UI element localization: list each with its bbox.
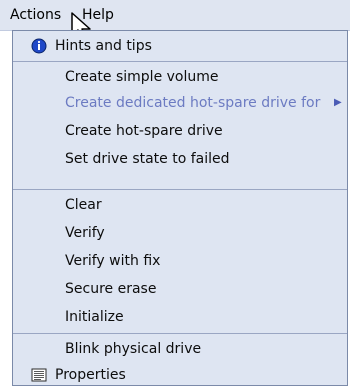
menu-item-label: Create hot-spare drive: [65, 123, 223, 139]
properties-icon: [31, 368, 47, 382]
menu-item-verify-with-fix[interactable]: Verify with fix: [13, 247, 347, 275]
menu-item-create-dedicated-hot-spare: Create dedicated hot-spare drive for ▶: [13, 89, 347, 117]
info-icon: [31, 38, 47, 54]
menu-item-label: Verify with fix: [65, 253, 161, 269]
menu-item-label: Secure erase: [65, 281, 157, 297]
menu-item-label: Set drive state to failed: [65, 151, 230, 167]
menu-item-create-hot-spare-drive[interactable]: Create hot-spare drive: [13, 117, 347, 145]
menu-item-label: Properties: [55, 367, 126, 383]
menu-item-blink-physical-drive[interactable]: Blink physical drive: [13, 335, 347, 363]
actions-menu-label: Actions: [10, 7, 62, 23]
menu-item-properties[interactable]: Properties: [13, 361, 347, 388]
menu-separator: [13, 189, 347, 190]
menu-item-label: Clear: [65, 197, 102, 213]
submenu-arrow-icon: ▶: [334, 97, 342, 108]
menu-item-hints-and-tips[interactable]: Hints and tips: [13, 32, 347, 60]
menu-item-label: Blink physical drive: [65, 341, 202, 357]
menu-item-secure-erase[interactable]: Secure erase: [13, 275, 347, 303]
menu-item-label: Create dedicated hot-spare drive for: [65, 95, 321, 111]
menu-separator: [13, 61, 347, 62]
menu-item-set-drive-state-failed[interactable]: Set drive state to failed: [13, 145, 347, 173]
menu-item-label: Verify: [65, 225, 105, 241]
menu-item-label: Create simple volume: [65, 69, 219, 85]
menu-item-label: Hints and tips: [55, 38, 152, 54]
actions-menu[interactable]: Actions: [10, 6, 61, 24]
menu-item-verify[interactable]: Verify: [13, 219, 347, 247]
menu-bar: Actions Help: [0, 0, 350, 31]
menu-item-initialize[interactable]: Initialize: [13, 303, 347, 331]
page: Actions Help Hints and tips Create simpl…: [0, 0, 350, 388]
menu-item-label: Initialize: [65, 309, 124, 325]
menu-item-create-simple-volume[interactable]: Create simple volume: [13, 63, 347, 91]
menu-item-clear[interactable]: Clear: [13, 191, 347, 219]
menu-separator: [13, 333, 347, 334]
actions-dropdown-menu: Hints and tips Create simple volume Crea…: [12, 30, 348, 386]
